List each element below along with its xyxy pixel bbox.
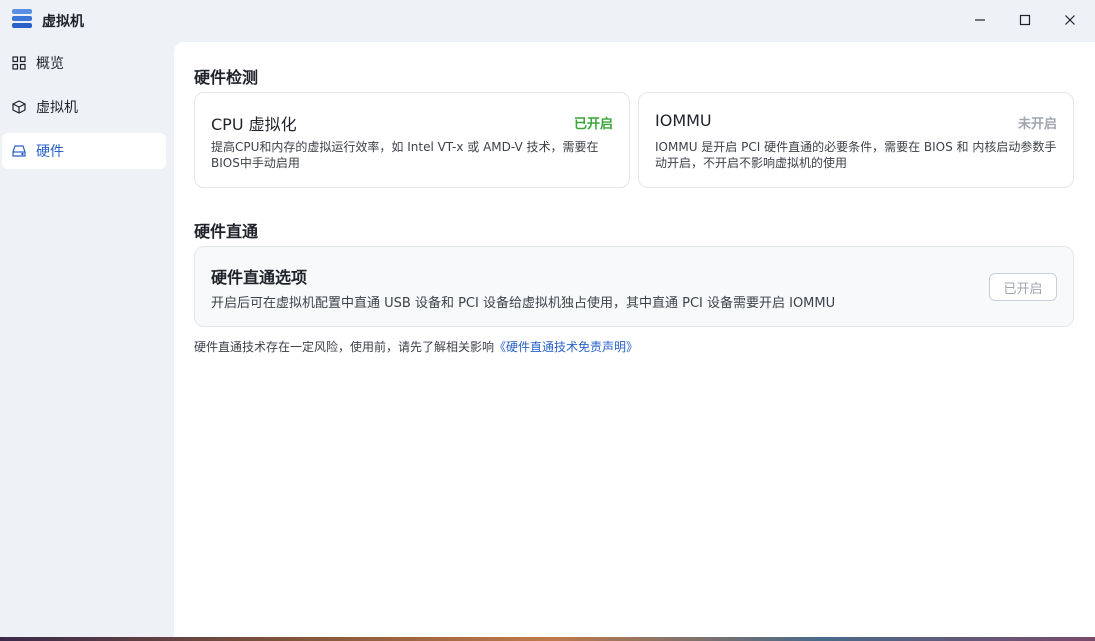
section-title-hardware-detection: 硬件检测 [194,68,259,87]
status-badge: 未开启 [1017,117,1057,132]
card-description-line: 提高CPU和内存的虚拟运行效率，如 Intel VT-x 或 AMD-V 技术，… [211,140,599,154]
app-window: 虚拟机 概览 虚拟机 硬件 硬件检测 CPU 虚拟化 已开启 提高CPU和内存的… [0,0,1095,637]
drive-icon [12,144,26,158]
card-description-line: 动开启，不开启不影响虚拟机的使用 [655,156,848,170]
section-title-passthrough: 硬件直通 [194,222,259,241]
card-description-line: BIOS中手动启用 [211,156,300,170]
sidebar-item-label: 硬件 [36,144,64,160]
close-icon [1065,15,1075,25]
sidebar: 概览 虚拟机 硬件 [0,45,174,177]
server-icon [12,9,32,30]
passthrough-toggle-button[interactable]: 已开启 [989,273,1057,301]
grid-icon [12,56,26,70]
main-content: 硬件检测 CPU 虚拟化 已开启 提高CPU和内存的虚拟运行效率，如 Intel… [174,42,1095,637]
sidebar-item-label: 虚拟机 [36,100,78,116]
card-description: 提高CPU和内存的虚拟运行效率，如 Intel VT-x 或 AMD-V 技术，… [211,139,599,171]
disclaimer: 硬件直通技术存在一定风险，使用前，请先了解相关影响《硬件直通技术免责声明》 [194,338,638,355]
sidebar-item-hardware[interactable]: 硬件 [2,133,166,169]
iommu-card: IOMMU 未开启 IOMMU 是开启 PCI 硬件直通的必要条件，需要在 BI… [638,92,1074,188]
app-title: 虚拟机 [42,14,84,30]
close-button[interactable] [1050,5,1090,35]
card-title: IOMMU [655,111,712,130]
minimize-icon [975,19,985,21]
cpu-virtualization-card: CPU 虚拟化 已开启 提高CPU和内存的虚拟运行效率，如 Intel VT-x… [194,92,630,188]
cube-icon [12,100,26,114]
status-badge: 已开启 [573,117,613,132]
card-description-line: IOMMU 是开启 PCI 硬件直通的必要条件，需要在 BIOS 和 内核启动参… [655,140,1057,154]
sidebar-item-label: 概览 [36,56,64,72]
maximize-icon [1019,14,1031,26]
option-title: 硬件直通选项 [211,268,308,287]
disclaimer-link[interactable]: 《硬件直通技术免责声明》 [494,340,638,354]
card-description: IOMMU 是开启 PCI 硬件直通的必要条件，需要在 BIOS 和 内核启动参… [655,139,1056,171]
disclaimer-text: 硬件直通技术存在一定风险，使用前，请先了解相关影响 [194,340,495,354]
sidebar-item-overview[interactable]: 概览 [2,45,166,81]
sidebar-item-vm[interactable]: 虚拟机 [2,89,166,125]
minimize-button[interactable] [960,5,1000,35]
passthrough-option-card: 硬件直通选项 开启后可在虚拟机配置中直通 USB 设备和 PCI 设备给虚拟机独… [194,246,1074,327]
title-bar: 虚拟机 [0,0,1095,40]
maximize-button[interactable] [1005,5,1045,35]
card-title: CPU 虚拟化 [211,115,297,134]
option-description: 开启后可在虚拟机配置中直通 USB 设备和 PCI 设备给虚拟机独占使用，其中直… [211,296,836,311]
